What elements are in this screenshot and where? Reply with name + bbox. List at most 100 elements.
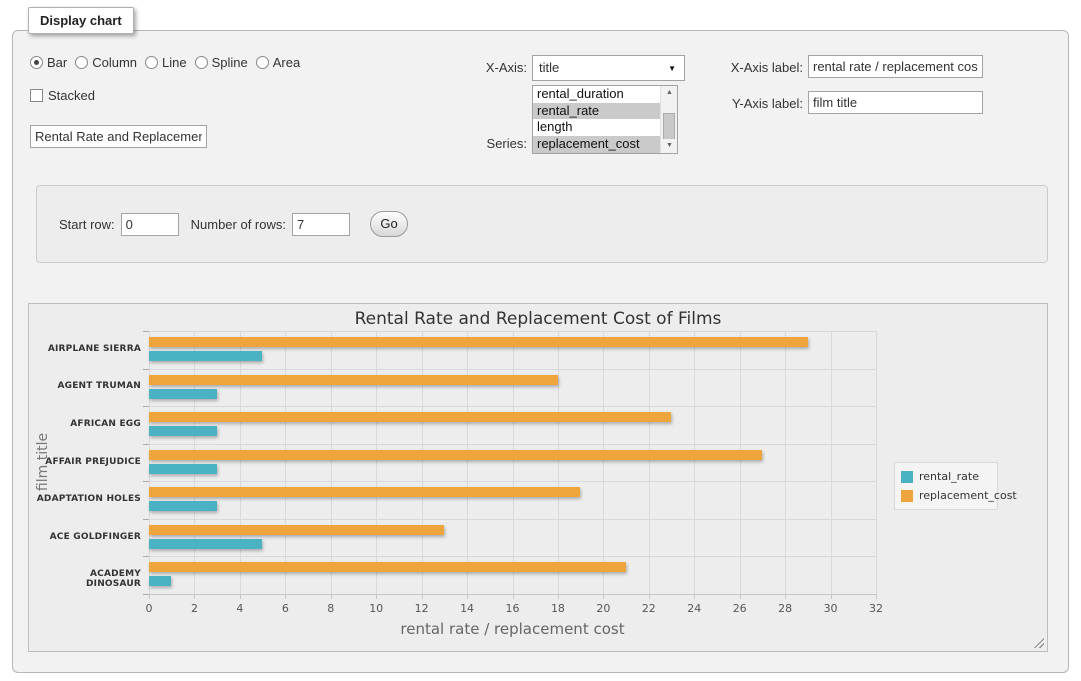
- series-option-replacement_cost[interactable]: replacement_cost: [533, 136, 660, 153]
- series-listbox[interactable]: rental_durationrental_ratelengthreplacem…: [532, 85, 678, 154]
- y-axis-label-caption: Y-Axis label:: [712, 96, 803, 111]
- series-select-label: Series:: [420, 136, 527, 151]
- x-tick-label: 20: [588, 602, 618, 615]
- gridline-vertical: [331, 331, 332, 594]
- bar-rental_rate[interactable]: [149, 464, 217, 474]
- chart-type-option-bar[interactable]: Bar: [30, 55, 67, 70]
- y-axis-tick: [143, 369, 149, 370]
- legend-swatch: [901, 471, 913, 483]
- scrollbar-thumb[interactable]: [663, 113, 675, 140]
- bar-replacement_cost[interactable]: [149, 487, 580, 497]
- y-axis-tick: [143, 556, 149, 557]
- start-row-input[interactable]: [121, 213, 179, 236]
- y-axis-tick: [143, 406, 149, 407]
- go-button[interactable]: Go: [370, 211, 408, 237]
- gridline-vertical: [649, 331, 650, 594]
- scroll-up-icon[interactable]: ▲: [661, 86, 678, 100]
- bar-replacement_cost[interactable]: [149, 450, 762, 460]
- chart-type-option-column[interactable]: Column: [75, 55, 137, 70]
- x-axis-tick: [240, 595, 241, 599]
- series-option-rental_duration[interactable]: rental_duration: [533, 86, 660, 103]
- chart-type-options: Bar Column Line Spline Area: [30, 55, 300, 70]
- chart-title: Rental Rate and Replacement Cost of Film…: [29, 309, 1047, 329]
- x-axis-tick: [513, 595, 514, 599]
- radio-icon: [195, 56, 208, 69]
- gridline-vertical: [240, 331, 241, 594]
- x-tick-label: 10: [361, 602, 391, 615]
- y-category-label: AIRPLANE SIERRA: [33, 344, 141, 354]
- resize-grip-icon[interactable]: [1034, 638, 1044, 648]
- legend-item-replacement_cost[interactable]: replacement_cost: [901, 486, 991, 505]
- x-tick-label: 24: [679, 602, 709, 615]
- series-option-length[interactable]: length: [533, 119, 660, 136]
- bar-replacement_cost[interactable]: [149, 375, 558, 385]
- gridline-vertical: [558, 331, 559, 594]
- x-axis-selected-value: title: [539, 60, 559, 75]
- bar-rental_rate[interactable]: [149, 351, 262, 361]
- chevron-down-icon: ▼: [668, 65, 676, 73]
- bar-rental_rate[interactable]: [149, 501, 217, 511]
- x-tick-label: 4: [225, 602, 255, 615]
- number-of-rows-input[interactable]: [292, 213, 350, 236]
- x-axis-tick: [194, 595, 195, 599]
- plot-area: [149, 331, 876, 594]
- bar-rental_rate[interactable]: [149, 576, 171, 586]
- radio-icon: [256, 56, 269, 69]
- x-axis-tick: [785, 595, 786, 599]
- stacked-checkbox[interactable]: Stacked: [30, 88, 95, 103]
- chart-x-axis-title: rental rate / replacement cost: [149, 620, 876, 638]
- gridline-horizontal: [149, 519, 876, 520]
- chart-area: Rental Rate and Replacement Cost of Film…: [28, 303, 1048, 652]
- page: Display chart BarColumnLineSplineArea St…: [0, 0, 1081, 681]
- gridline-vertical: [876, 331, 877, 594]
- x-tick-label: 32: [861, 602, 891, 615]
- listbox-scrollbar[interactable]: ▲ ▼: [660, 86, 677, 153]
- y-axis-label-input[interactable]: [808, 91, 983, 114]
- gridline-vertical: [694, 331, 695, 594]
- x-axis-tick: [285, 595, 286, 599]
- chart-type-option-line[interactable]: Line: [145, 55, 187, 70]
- x-axis-select[interactable]: title ▼: [532, 55, 685, 81]
- legend-item-rental_rate[interactable]: rental_rate: [901, 467, 991, 486]
- x-axis-tick: [649, 595, 650, 599]
- x-tick-label: 0: [134, 602, 164, 615]
- y-axis-tick: [143, 331, 149, 332]
- chart-type-option-spline[interactable]: Spline: [195, 55, 248, 70]
- y-category-label: AFRICAN EGG: [33, 419, 141, 429]
- chart-type-option-label: Area: [273, 55, 300, 70]
- checkbox-icon: [30, 89, 43, 102]
- bar-rental_rate[interactable]: [149, 539, 262, 549]
- series-listbox-options: rental_durationrental_ratelengthreplacem…: [533, 86, 660, 153]
- x-tick-label: 28: [770, 602, 800, 615]
- y-axis-tick: [143, 481, 149, 482]
- x-tick-label: 18: [543, 602, 573, 615]
- chart-legend: rental_ratereplacement_cost: [894, 462, 998, 510]
- chart-type-option-area[interactable]: Area: [256, 55, 300, 70]
- start-row-label: Start row:: [59, 217, 115, 232]
- x-tick-label: 16: [498, 602, 528, 615]
- chart-type-option-label: Line: [162, 55, 187, 70]
- scroll-down-icon[interactable]: ▼: [661, 139, 678, 153]
- y-category-label: ACADEMY DINOSAUR: [33, 569, 141, 589]
- bar-replacement_cost[interactable]: [149, 412, 671, 422]
- series-option-rental_rate[interactable]: rental_rate: [533, 103, 660, 120]
- x-axis-tick: [876, 595, 877, 599]
- bar-replacement_cost[interactable]: [149, 562, 626, 572]
- chart-type-option-label: Spline: [212, 55, 248, 70]
- x-tick-label: 22: [634, 602, 664, 615]
- bar-rental_rate[interactable]: [149, 389, 217, 399]
- x-axis-label-input[interactable]: [808, 55, 983, 78]
- legend-swatch: [901, 490, 913, 502]
- chart-title-input[interactable]: [30, 125, 207, 148]
- gridline-vertical: [740, 331, 741, 594]
- bar-rental_rate[interactable]: [149, 426, 217, 436]
- bar-replacement_cost[interactable]: [149, 525, 444, 535]
- gridline-vertical: [149, 331, 150, 594]
- x-tick-label: 12: [407, 602, 437, 615]
- x-axis-tick: [603, 595, 604, 599]
- gridline-vertical: [831, 331, 832, 594]
- x-tick-label: 6: [270, 602, 300, 615]
- y-axis-tick: [143, 519, 149, 520]
- gridline-horizontal: [149, 331, 876, 332]
- bar-replacement_cost[interactable]: [149, 337, 808, 347]
